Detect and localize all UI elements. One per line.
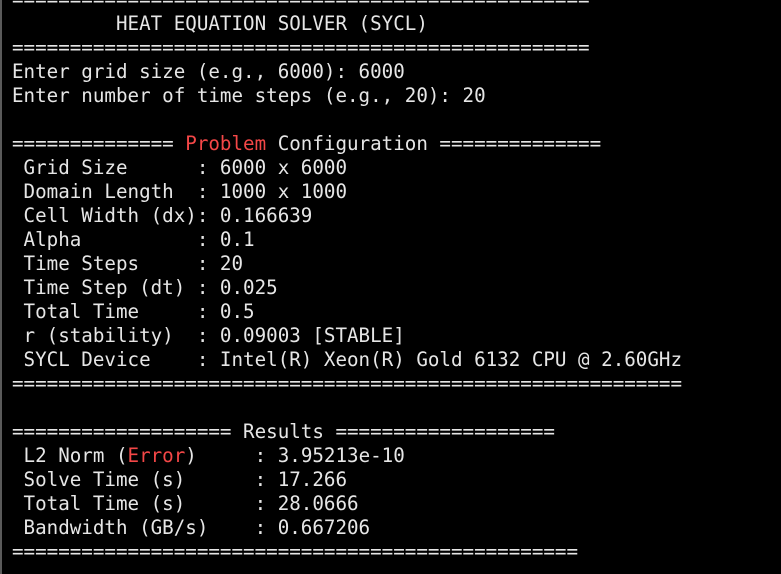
- config-sycl-device: SYCL Device : Intel(R) Xeon(R) Gold 6132…: [12, 348, 683, 371]
- config-heading-left: ==============: [12, 132, 186, 155]
- config-rule: ========================================…: [12, 372, 683, 395]
- config-cell-width: Cell Width (dx): 0.166639: [12, 204, 313, 227]
- terminal-output: ========================================…: [12, 0, 777, 564]
- config-stability: r (stability) : 0.09003 [STABLE]: [12, 324, 405, 347]
- config-domain-length: Domain Length : 1000 x 1000: [12, 180, 348, 203]
- prompt-time-steps: Enter number of time steps (e.g., 20): 2…: [12, 84, 486, 107]
- program-title: HEAT EQUATION SOLVER (SYCL): [12, 12, 428, 35]
- config-heading: ============== Problem Configuration ===…: [12, 132, 777, 156]
- header-rule-bottom: ========================================…: [12, 36, 590, 59]
- config-heading-right: Configuration ==============: [266, 132, 602, 155]
- config-grid-size: Grid Size : 6000 x 6000: [12, 156, 348, 179]
- results-bandwidth: Bandwidth (GB/s) : 0.667206: [12, 516, 371, 539]
- prompt-grid-size: Enter grid size (e.g., 6000): 6000: [12, 60, 405, 83]
- terminal-window[interactable]: ========================================…: [0, 0, 781, 574]
- config-total-time: Total Time : 0.5: [12, 300, 255, 323]
- results-total-time: Total Time (s) : 28.0666: [12, 492, 359, 515]
- results-solve-time: Solve Time (s) : 17.266: [12, 468, 348, 491]
- config-heading-problem: Problem: [185, 132, 267, 155]
- results-rule: ========================================…: [12, 540, 579, 563]
- config-time-step-dt: Time Step (dt) : 0.025: [12, 276, 278, 299]
- header-rule-top: ========================================…: [12, 0, 777, 12]
- config-alpha: Alpha : 0.1: [12, 228, 255, 251]
- results-heading: =================== Results ============…: [12, 420, 555, 443]
- l2-error-word: Error: [127, 444, 186, 467]
- config-time-steps: Time Steps : 20: [12, 252, 244, 275]
- window-border: [0, 0, 2, 574]
- results-l2-norm: L2 Norm (Error) : 3.95213e-10: [12, 444, 777, 468]
- l2-suffix: ) : 3.95213e-10: [185, 444, 405, 467]
- l2-prefix: L2 Norm (: [12, 444, 128, 467]
